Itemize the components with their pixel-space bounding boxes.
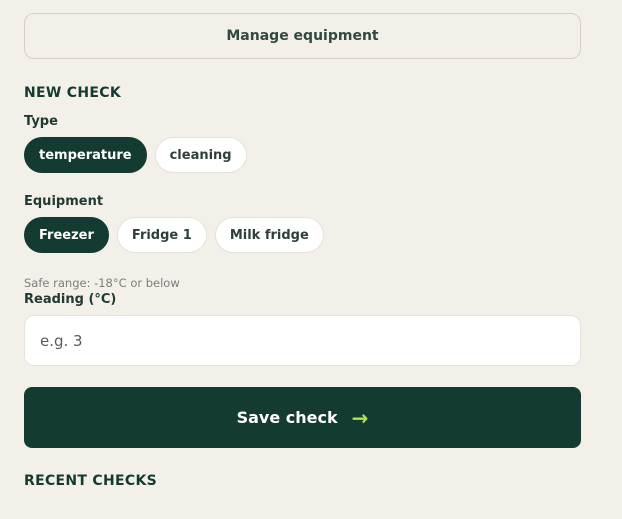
equipment-options: Freezer Fridge 1 Milk fridge: [24, 217, 324, 253]
save-check-label: Save check: [236, 408, 338, 427]
reading-label: Reading (°C): [24, 292, 117, 307]
recent-checks-heading: RECENT CHECKS: [24, 473, 157, 489]
new-check-heading: NEW CHECK: [24, 85, 121, 101]
save-check-button[interactable]: Save check →: [24, 387, 581, 448]
arrow-right-icon: →: [351, 405, 369, 430]
equipment-pill-freezer[interactable]: Freezer: [24, 217, 109, 253]
type-label: Type: [24, 114, 58, 129]
type-pill-cleaning[interactable]: cleaning: [154, 137, 247, 173]
type-pill-temperature[interactable]: temperature: [24, 137, 147, 173]
equipment-pill-fridge-1[interactable]: Fridge 1: [116, 217, 207, 253]
reading-input[interactable]: [24, 315, 581, 366]
manage-equipment-button[interactable]: Manage equipment: [24, 13, 581, 59]
safe-range-hint: Safe range: -18°C or below: [24, 276, 180, 290]
equipment-label: Equipment: [24, 194, 104, 209]
type-options: temperature cleaning: [24, 137, 247, 173]
equipment-pill-milk-fridge[interactable]: Milk fridge: [214, 217, 324, 253]
